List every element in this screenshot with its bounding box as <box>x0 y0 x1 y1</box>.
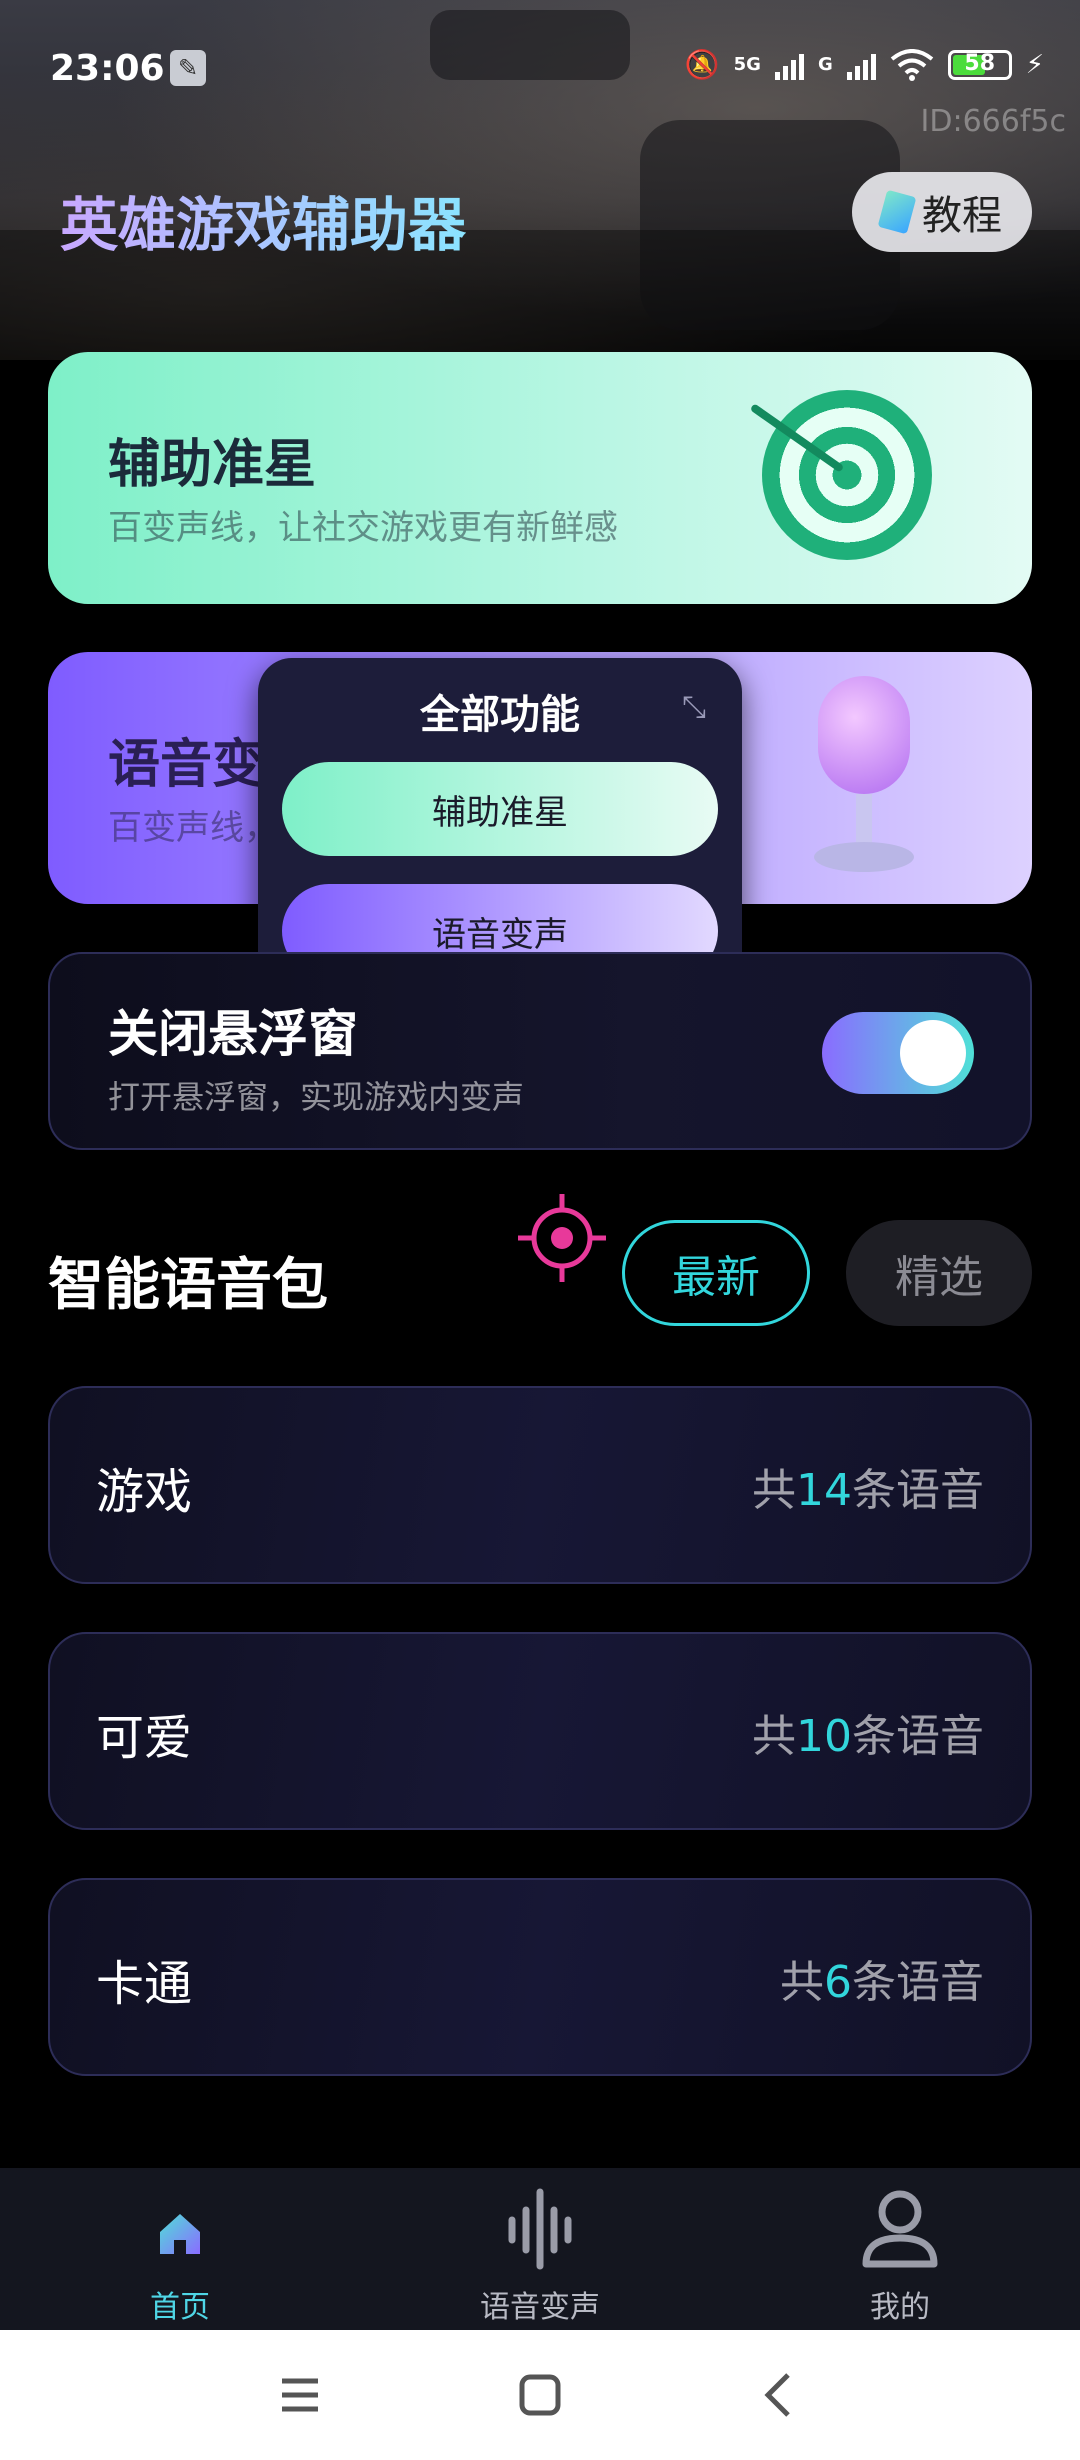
status-time: 23:06 <box>50 48 165 89</box>
voice-pack-name: 可爱 <box>96 1710 193 1766</box>
crosshair-icon[interactable] <box>514 1190 610 1286</box>
microphone-icon <box>804 676 924 876</box>
popup-aim-button[interactable]: 辅助准星 <box>282 762 718 856</box>
floating-window-card: 关闭悬浮窗 打开悬浮窗，实现游戏内变声 <box>48 952 1032 1150</box>
floating-window-subtitle: 打开悬浮窗，实现游戏内变声 <box>108 1078 525 1116</box>
home-square-icon[interactable] <box>510 2365 570 2425</box>
toggle-knob <box>900 1020 966 1086</box>
device-id: ID:666f5c <box>920 104 1066 139</box>
signal-icon-2 <box>846 50 876 80</box>
mute-bell-icon: 🔕 <box>684 48 720 81</box>
target-icon <box>762 390 932 560</box>
status-icons: 🔕 5G G 58 ⚡ <box>685 48 1044 81</box>
home-icon <box>160 2214 200 2254</box>
soundwave-icon <box>508 2188 572 2270</box>
aim-assist-card[interactable]: 辅助准星 百变声线，让社交游戏更有新鲜感 <box>48 352 1032 604</box>
aim-card-title: 辅助准星 <box>108 435 317 495</box>
book-icon <box>877 189 917 235</box>
nav-voice-change-label: 语音变声 <box>480 2290 600 2325</box>
battery-icon: 58 <box>947 49 1012 80</box>
nav-mine-label: 我的 <box>870 2290 930 2325</box>
voice-pack-item[interactable]: 卡通 共6条语音 <box>48 1878 1032 2076</box>
aim-card-subtitle: 百变声线，让社交游戏更有新鲜感 <box>108 508 618 548</box>
floating-window-toggle[interactable] <box>822 1012 974 1094</box>
nav-mine[interactable]: 我的 <box>800 2186 1000 2325</box>
nav-voice-change[interactable]: 语音变声 <box>440 2186 640 2325</box>
popup-title: 全部功能 <box>420 692 580 738</box>
nav-home[interactable]: 首页 <box>80 2186 280 2325</box>
app-title: 英雄游戏辅助器 <box>60 178 466 262</box>
collapse-icon[interactable]: ⤡ <box>674 688 714 728</box>
voice-pack-section-title: 智能语音包 <box>48 1253 328 1318</box>
filter-latest-button[interactable]: 最新 <box>622 1220 810 1326</box>
battery-level: 58 <box>964 50 996 76</box>
nav-home-label: 首页 <box>150 2290 210 2325</box>
network-label-2: G <box>817 54 833 75</box>
signal-icon <box>774 50 804 80</box>
network-label-1: 5G <box>733 54 761 75</box>
voice-pack-count: 共6条语音 <box>780 1957 984 2008</box>
voice-pack-name: 卡通 <box>96 1956 193 2012</box>
voice-pack-count: 共10条语音 <box>752 1711 984 1762</box>
tutorial-button[interactable]: 教程 <box>852 172 1032 252</box>
wifi-icon <box>890 48 933 81</box>
back-icon[interactable] <box>750 2365 810 2425</box>
status-bar: 23:06 ✎ 🔕 5G G 58 ⚡ <box>0 40 1080 100</box>
floating-window-title: 关闭悬浮窗 <box>108 1005 358 1063</box>
bottom-navigation: 首页 语音变声 我的 <box>0 2168 1080 2330</box>
filter-featured-button[interactable]: 精选 <box>846 1220 1032 1326</box>
menu-icon[interactable] <box>270 2365 330 2425</box>
voice-pack-count: 共14条语音 <box>752 1465 984 1516</box>
system-navigation-bar <box>0 2330 1080 2460</box>
tutorial-label: 教程 <box>922 193 1002 239</box>
voice-pack-name: 游戏 <box>96 1464 193 1520</box>
all-functions-popup: 全部功能 ⤡ 辅助准星 语音变声 <box>258 658 742 998</box>
charging-icon: ⚡ <box>1025 49 1044 80</box>
voice-pack-item[interactable]: 可爱 共10条语音 <box>48 1632 1032 1830</box>
wrench-icon: ✎ <box>170 50 206 86</box>
user-icon <box>862 2190 938 2268</box>
voice-pack-item[interactable]: 游戏 共14条语音 <box>48 1386 1032 1584</box>
